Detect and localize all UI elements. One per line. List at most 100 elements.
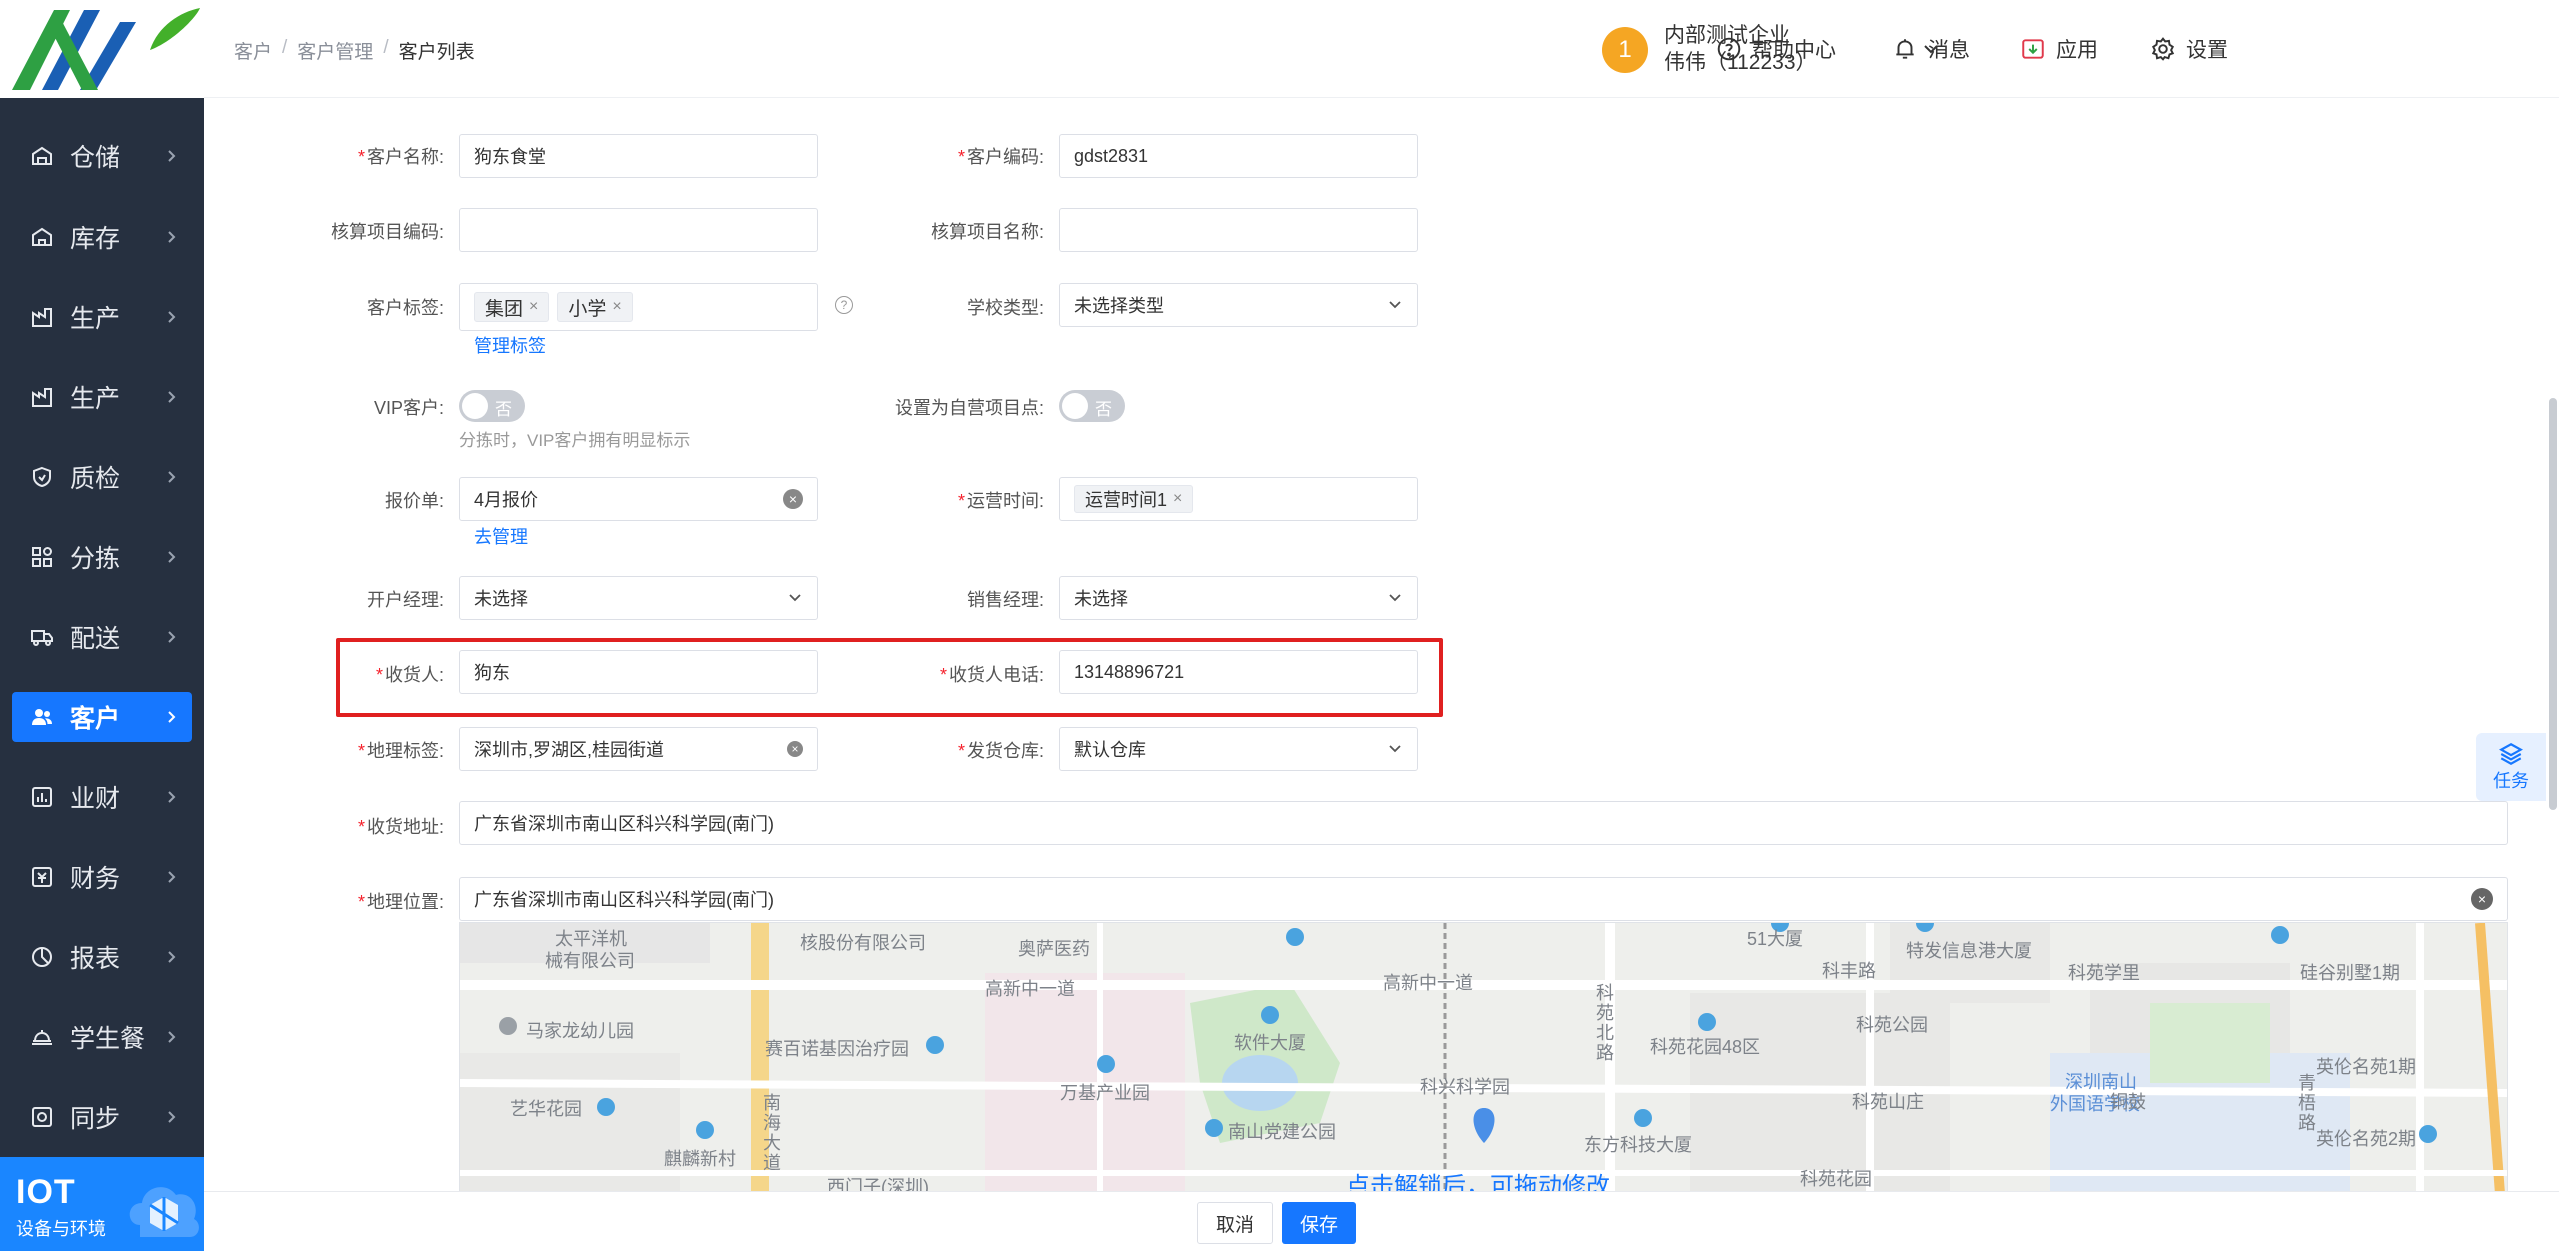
save-button[interactable]: 保存	[1282, 1202, 1357, 1244]
sidebar-item-reports[interactable]: 报表	[12, 932, 192, 982]
chevron-right-icon	[168, 150, 176, 162]
location-label: * 地理位置:	[357, 892, 444, 912]
sidebar-item-sync[interactable]: 同步	[12, 1092, 192, 1142]
manage-tags-link[interactable]: 管理标签	[474, 332, 546, 358]
cloud-device-icon	[129, 1187, 199, 1237]
close-icon[interactable]: ×	[529, 298, 538, 316]
acct-manager-select[interactable]: 未选择	[459, 576, 818, 620]
task-float-button[interactable]: 任务	[2476, 733, 2546, 801]
company-name: 内部测试企业	[1664, 24, 1790, 47]
acct-name-input[interactable]	[1059, 208, 1418, 252]
chevron-down-icon[interactable]	[1922, 40, 1940, 58]
op-time-select[interactable]: 运营时间1 ×	[1059, 477, 1418, 521]
apps-button[interactable]: 应用	[2020, 34, 2098, 64]
clear-icon[interactable]: ×	[783, 489, 803, 509]
address-input[interactable]: 广东省深圳市南山区科兴科学园(南门)	[459, 801, 2508, 845]
sidebar-item-quality[interactable]: 质检	[12, 452, 192, 502]
quote-select[interactable]: 4月报价 ×	[459, 477, 818, 521]
chevron-right-icon	[168, 871, 176, 883]
apps-label: 应用	[2056, 39, 2098, 62]
sales-manager-select[interactable]: 未选择	[1059, 576, 1418, 620]
school-type-select[interactable]: 未选择类型	[1059, 283, 1418, 327]
quote-manage-link[interactable]: 去管理	[474, 523, 528, 549]
ship-warehouse-select[interactable]: 默认仓库	[1059, 727, 1418, 771]
company-logo-icon	[12, 8, 200, 90]
chevron-right-icon	[168, 231, 176, 243]
geo-tag-select[interactable]: 深圳市,罗湖区,桂园街道 ×	[459, 727, 818, 771]
close-icon[interactable]: ×	[612, 298, 621, 316]
map-label: 高新中一道	[985, 979, 1075, 999]
sidebar-item-sorting[interactable]: 分拣	[12, 532, 192, 582]
breadcrumb-item[interactable]: 客户	[234, 37, 272, 64]
customer-code-label: * 客户编码:	[957, 147, 1044, 167]
customer-code-input[interactable]: gdst2831	[1059, 134, 1418, 178]
breadcrumb: 客户 / 客户管理 / 客户列表	[234, 37, 475, 64]
map-label: 核股份有限公司	[800, 933, 926, 953]
breadcrumb-separator: /	[282, 37, 288, 58]
chevron-right-icon	[168, 391, 176, 403]
sidebar-item-business-finance[interactable]: 业财	[12, 772, 192, 822]
truck-icon	[28, 623, 56, 651]
map-label: 英伦名苑1期	[2316, 1057, 2417, 1077]
iot-title: IOT	[16, 1173, 76, 1211]
map-label: 铜鼓	[2110, 1092, 2146, 1112]
highlight-box	[336, 638, 1443, 717]
map-label: 麒麟新村	[664, 1149, 736, 1169]
location-input[interactable]: 广东省深圳市南山区科兴科学园(南门) ×	[459, 877, 2508, 921]
clear-icon[interactable]: ×	[2471, 888, 2493, 910]
sidebar-item-label: 财务	[70, 865, 121, 893]
close-icon[interactable]: ×	[1173, 490, 1182, 508]
chevron-right-icon	[168, 311, 176, 323]
user-info[interactable]: 内部测试企业 伟伟（112233）	[1664, 22, 1817, 76]
self-op-toggle[interactable]: 否	[1059, 390, 1125, 422]
pie-icon	[28, 943, 56, 971]
chevron-down-icon	[1389, 594, 1401, 602]
question-circle-icon[interactable]: ?	[835, 296, 853, 314]
tag-chip: 集团 ×	[474, 292, 550, 322]
ship-warehouse-label: * 发货仓库:	[957, 741, 1044, 761]
chevron-down-icon	[1389, 745, 1401, 753]
acct-code-input[interactable]	[459, 208, 818, 252]
cancel-button[interactable]: 取消	[1197, 1202, 1274, 1244]
sync-icon	[28, 1103, 56, 1131]
gear-icon	[2151, 37, 2175, 61]
chevron-right-icon	[168, 711, 176, 723]
map-label: 软件大厦	[1234, 1033, 1306, 1053]
sidebar-item-label: 库存	[70, 225, 121, 253]
top-header: 客户 / 客户管理 / 客户列表 帮助中心 消息 应用 设置 1 内部测试企业 …	[204, 0, 2559, 98]
self-op-label: 设置为自营项目点:	[894, 398, 1044, 418]
sidebar-item-customer[interactable]: 客户	[12, 692, 192, 742]
sidebar-item-delivery[interactable]: 配送	[12, 612, 192, 662]
customer-tags-select[interactable]: 集团 × 小学 ×	[459, 283, 818, 331]
map-label: 科苑花园	[1800, 1169, 1872, 1189]
sidebar-item-label: 质检	[70, 465, 121, 493]
scrollbar-thumb[interactable]	[2549, 398, 2557, 810]
breadcrumb-current: 客户列表	[398, 42, 475, 63]
sidebar-item-production[interactable]: 生产	[12, 292, 192, 342]
sidebar-item-finance[interactable]: 财务	[12, 852, 192, 902]
settings-button[interactable]: 设置	[2150, 34, 2228, 64]
map-label: 西门子(深圳)	[827, 1177, 929, 1193]
iot-banner[interactable]: IOT 设备与环境	[0, 1157, 204, 1251]
quote-label: 报价单:	[384, 491, 444, 511]
customer-name-input[interactable]: 狗东食堂	[459, 134, 818, 178]
chevron-right-icon	[168, 1031, 176, 1043]
map-label: 硅谷别墅1期	[2300, 963, 2401, 983]
sidebar-item-student-meal[interactable]: 学生餐	[12, 1012, 192, 1062]
clear-icon[interactable]: ×	[787, 741, 803, 757]
address-label: * 收货地址:	[357, 817, 444, 837]
map-label: 南山党建公园	[1228, 1122, 1336, 1142]
sidebar-item-label: 业财	[70, 785, 121, 813]
location-map[interactable]: 太平洋机 械有限公司 核股份有限公司 奥萨医药 高新中一道 51大厦 特发信息港…	[459, 922, 2508, 1193]
sidebar-item-warehouse[interactable]: 仓储	[12, 131, 192, 181]
map-label: 科苑花园48区	[1650, 1037, 1761, 1057]
sidebar-item-inventory[interactable]: 库存	[12, 212, 192, 262]
sidebar-item-label: 客户	[70, 705, 121, 733]
map-label: 赛百诺基因治疗园	[765, 1039, 909, 1059]
task-label: 任务	[2493, 771, 2529, 791]
breadcrumb-item[interactable]: 客户管理	[297, 37, 373, 64]
avatar[interactable]: 1	[1602, 27, 1648, 73]
vip-toggle[interactable]: 否	[459, 390, 525, 422]
sidebar-item-production-2[interactable]: 生产	[12, 372, 192, 422]
map-label: 东方科技大厦	[1584, 1135, 1692, 1155]
